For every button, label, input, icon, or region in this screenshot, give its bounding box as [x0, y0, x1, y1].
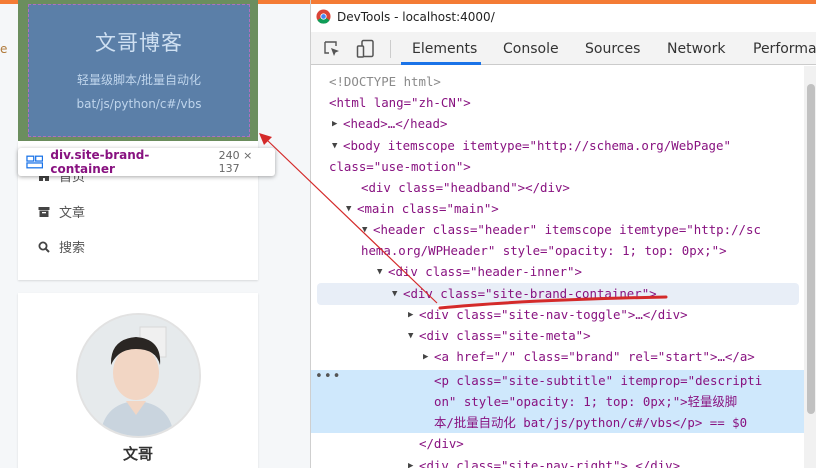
- tree-node-site-nav-toggle[interactable]: <div class="site-nav-toggle">…</div>: [419, 304, 688, 325]
- expand-triangle-icon[interactable]: ▶: [408, 305, 413, 326]
- tree-node-header-inner[interactable]: <div class="header-inner">: [388, 261, 582, 282]
- element-box-icon: [26, 155, 44, 169]
- devtools-titlebar: DevTools - localhost:4000/: [311, 0, 816, 32]
- tree-node-header-cont: hema.org/WPHeader" style="opacity: 1; to…: [361, 243, 727, 258]
- tab-network[interactable]: Network: [667, 41, 725, 57]
- devtools-toolbar: Elements Console Sources Network Perform…: [311, 32, 816, 65]
- collapse-triangle-icon[interactable]: ▼: [408, 326, 413, 347]
- chrome-icon: [316, 9, 331, 24]
- tree-node-head[interactable]: <head>…</head>: [343, 113, 447, 134]
- author-name: 文哥: [122, 445, 153, 463]
- more-options-icon[interactable]: •••: [315, 366, 341, 387]
- expand-triangle-icon[interactable]: ▶: [423, 347, 428, 368]
- tooltip-size: 240 × 137: [218, 149, 253, 175]
- tab-performance[interactable]: Performar: [753, 41, 816, 57]
- menu-item-archives[interactable]: 文章: [38, 202, 85, 221]
- site-subtitle-langs: bat/js/python/c#/vbs: [76, 97, 202, 111]
- tab-sources[interactable]: Sources: [585, 41, 640, 57]
- devtools-window: DevTools - localhost:4000/ Elements Cons…: [310, 0, 816, 468]
- avatar-photo: [78, 315, 199, 436]
- window-title: DevTools - localhost:4000/: [337, 10, 495, 24]
- window-top-bar: [311, 0, 816, 4]
- site-brand-container: 文哥博客 轻量级脚本/批量自动化 bat/js/python/c#/vbs: [18, 0, 258, 141]
- inspect-tooltip: div.site-brand-container 240 × 137: [18, 148, 275, 176]
- menu-item-label: 搜索: [59, 241, 86, 256]
- tree-node-html[interactable]: <html lang="zh-CN">: [329, 92, 471, 113]
- collapse-triangle-icon[interactable]: ▼: [362, 220, 367, 241]
- collapse-triangle-icon[interactable]: ▼: [332, 136, 337, 157]
- tree-node-site-subtitle-cont: on" style="opacity: 1; top: 0px;">轻量级脚: [434, 394, 738, 409]
- collapse-triangle-icon[interactable]: ▼: [377, 262, 382, 283]
- tooltip-selector: div.site-brand-container: [50, 148, 150, 176]
- tree-node-site-meta[interactable]: <div class="site-meta">: [419, 325, 591, 346]
- tree-node-headband[interactable]: <div class="headband"></div>: [361, 177, 570, 198]
- blog-page: e 文哥博客 轻量级脚本/批量自动化 bat/js/python/c#/vbs …: [0, 0, 310, 468]
- tree-node-body-cont: class="use-motion">: [329, 159, 471, 174]
- archive-icon: [38, 206, 50, 217]
- expand-triangle-icon[interactable]: ▶: [408, 456, 413, 468]
- search-icon: [38, 241, 50, 253]
- site-subtitle: 轻量级脚本/批量自动化: [76, 73, 202, 87]
- inspect-element-icon[interactable]: [323, 40, 341, 58]
- tree-node-site-subtitle[interactable]: <p class="site-subtitle" itemprop="descr…: [434, 370, 762, 391]
- collapse-triangle-icon[interactable]: ▼: [346, 199, 351, 220]
- tree-node-body[interactable]: <body itemscope itemtype="http://schema.…: [343, 135, 731, 156]
- toolbar-separator: [390, 40, 391, 58]
- collapse-triangle-icon[interactable]: ▼: [392, 284, 397, 305]
- author-avatar[interactable]: [76, 313, 201, 438]
- tab-console[interactable]: Console: [503, 41, 559, 57]
- tree-node-header[interactable]: <header class="header" itemscope itemtyp…: [373, 219, 761, 240]
- clipped-text: e: [0, 42, 8, 56]
- site-brand-highlight: 文哥博客 轻量级脚本/批量自动化 bat/js/python/c#/vbs: [28, 4, 250, 137]
- tree-node-site-brand-container[interactable]: <div class="site-brand-container">: [403, 283, 657, 304]
- tree-node-site-nav-right[interactable]: <div class="site-nav-right">…</div>: [419, 455, 680, 468]
- scrollbar-thumb[interactable]: [807, 84, 815, 414]
- menu-item-search[interactable]: 搜索: [38, 237, 85, 256]
- author-card: 文哥: [18, 293, 258, 468]
- device-toolbar-icon[interactable]: [356, 39, 376, 59]
- tree-node-close-div[interactable]: </div>: [419, 433, 464, 454]
- dom-tree[interactable]: ••• <!DOCTYPE html> <html lang="zh-CN"> …: [311, 66, 804, 468]
- expand-triangle-icon[interactable]: ▶: [332, 114, 337, 135]
- menu-item-label: 文章: [59, 206, 86, 221]
- tab-elements[interactable]: Elements: [412, 41, 477, 57]
- dom-tree-scrollbar[interactable]: [804, 66, 816, 468]
- active-tab-indicator: [401, 62, 481, 65]
- tree-node-doctype[interactable]: <!DOCTYPE html>: [329, 71, 441, 92]
- tree-node-brand-link[interactable]: <a href="/" class="brand" rel="start">…<…: [434, 346, 755, 367]
- site-title[interactable]: 文哥博客: [29, 27, 249, 57]
- tree-node-main[interactable]: <main class="main">: [357, 198, 499, 219]
- tree-node-site-subtitle-text: 本/批量自动化 bat/js/python/c#/vbs</p> == $0: [434, 415, 748, 430]
